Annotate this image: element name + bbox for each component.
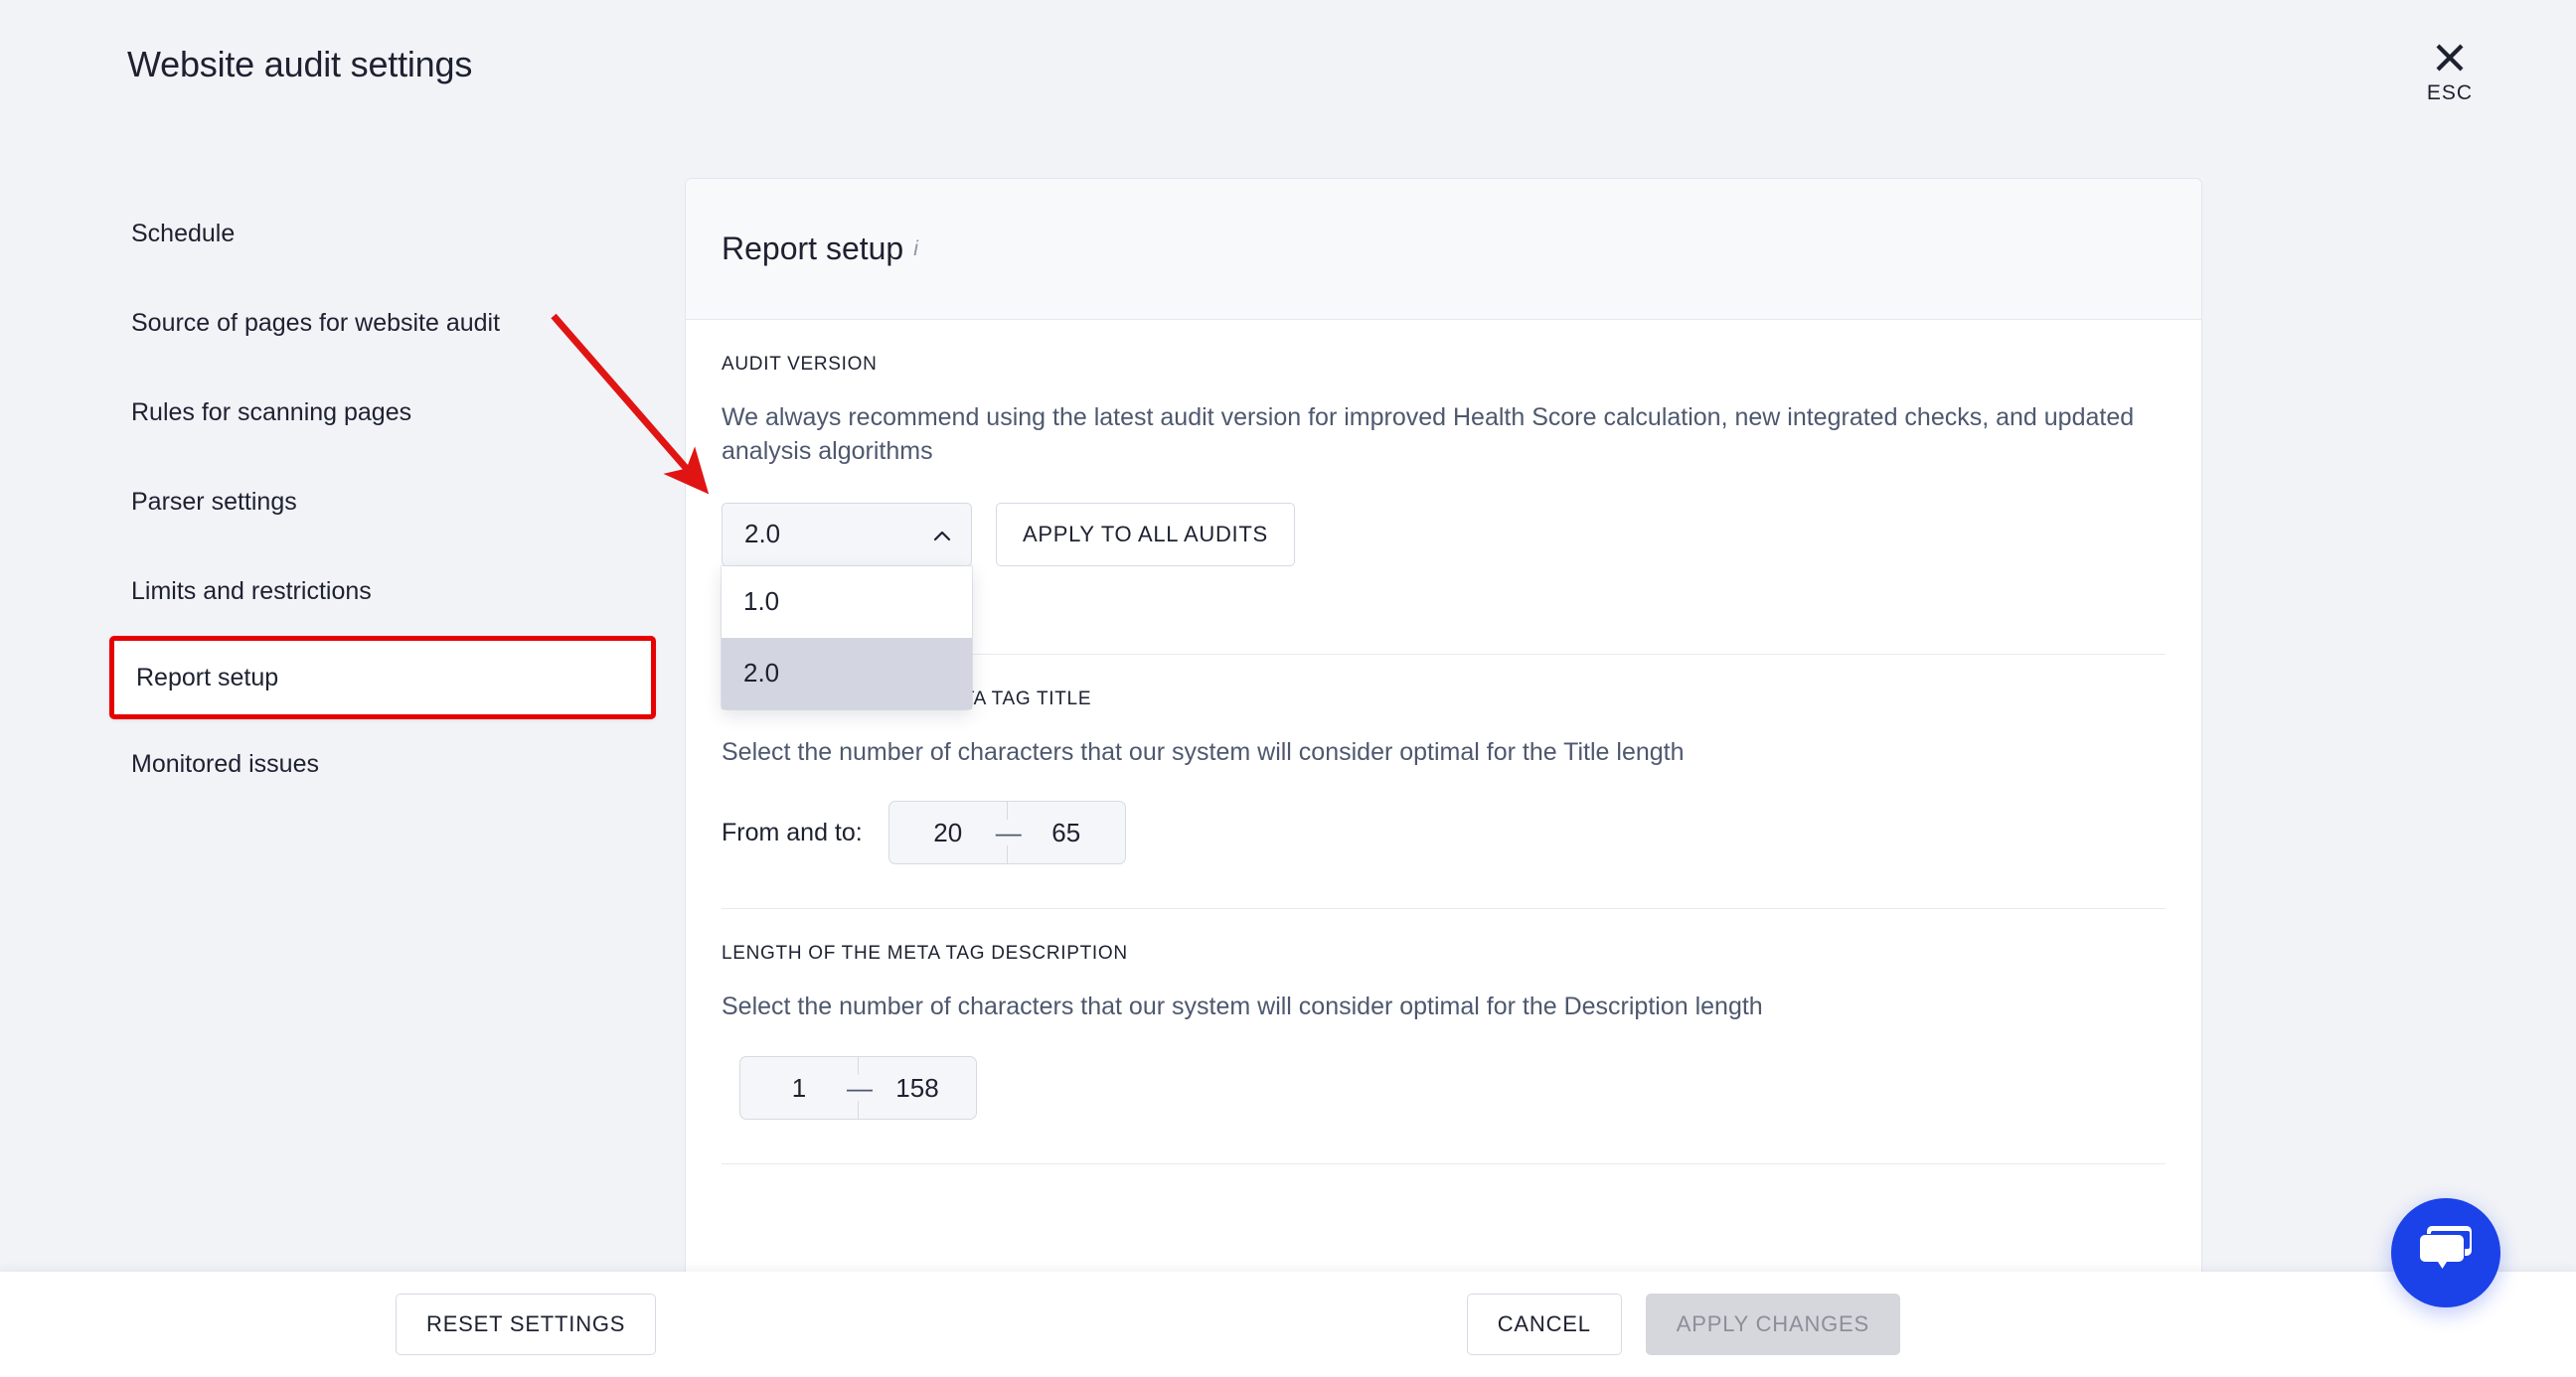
sidebar-item-source-of-pages[interactable]: Source of pages for website audit bbox=[0, 278, 686, 368]
range-separator: — bbox=[995, 802, 1022, 864]
reset-settings-button[interactable]: RESET SETTINGS bbox=[396, 1294, 657, 1355]
sidebar-item-label: Rules for scanning pages bbox=[131, 397, 412, 426]
close-icon[interactable] bbox=[2407, 36, 2493, 77]
description-length-range[interactable]: — bbox=[739, 1056, 977, 1120]
panel-body: AUDIT VERSION We always recommend using … bbox=[686, 320, 2201, 1164]
chat-widget-button[interactable] bbox=[2391, 1198, 2500, 1307]
modal-footer: RESET SETTINGS CANCEL APPLY CHANGES bbox=[0, 1272, 2576, 1377]
esc-label: ESC bbox=[2426, 81, 2474, 104]
audit-version-select[interactable]: 2.0 bbox=[722, 502, 972, 566]
audit-version-value: 2.0 bbox=[744, 519, 781, 548]
report-setup-panel: Report setup i AUDIT VERSION We always r… bbox=[686, 179, 2201, 1272]
audit-version-description: We always recommend using the latest aud… bbox=[722, 403, 2135, 465]
sidebar-item-parser-settings[interactable]: Parser settings bbox=[0, 457, 686, 546]
page-title: Website audit settings bbox=[127, 44, 473, 84]
range-dash: — bbox=[995, 818, 1022, 848]
divider-3 bbox=[722, 1163, 2166, 1164]
range-dash: — bbox=[847, 1073, 873, 1103]
title-length-description: Select the number of characters that our… bbox=[722, 737, 1685, 766]
option-label: 2.0 bbox=[743, 658, 780, 688]
panel-title: Report setup bbox=[722, 230, 904, 266]
info-icon[interactable]: i bbox=[913, 237, 918, 261]
audit-version-label: AUDIT VERSION bbox=[722, 354, 878, 375]
sidebar-item-report-setup[interactable]: Report setup bbox=[109, 636, 656, 719]
apply-changes-button[interactable]: APPLY CHANGES bbox=[1645, 1294, 1900, 1355]
audit-version-options: 1.0 2.0 bbox=[722, 565, 972, 709]
title-length-to-input[interactable] bbox=[1007, 802, 1125, 864]
description-length-label: LENGTH OF THE META TAG DESCRIPTION bbox=[722, 943, 1128, 965]
sidebar-item-rules-for-scanning[interactable]: Rules for scanning pages bbox=[0, 368, 686, 457]
sidebar-item-monitored-issues[interactable]: Monitored issues bbox=[0, 719, 686, 809]
settings-sidebar: Schedule Source of pages for website aud… bbox=[0, 189, 686, 809]
audit-version-select-wrap: 2.0 1.0 2.0 bbox=[722, 502, 972, 709]
title-length-from-input[interactable] bbox=[888, 802, 1007, 864]
sidebar-item-label: Monitored issues bbox=[131, 749, 319, 778]
sidebar-item-label: Limits and restrictions bbox=[131, 576, 372, 605]
audit-version-option-1[interactable]: 1.0 bbox=[722, 566, 972, 638]
sidebar-item-limits-and-restrictions[interactable]: Limits and restrictions bbox=[0, 546, 686, 636]
sidebar-item-label: Report setup bbox=[136, 663, 279, 691]
title-range-label: From and to: bbox=[722, 818, 863, 846]
modal-root: Website audit settings ESC Schedule Sour… bbox=[0, 0, 2576, 1377]
chevron-up-icon[interactable] bbox=[931, 524, 953, 545]
description-length-description: Select the number of characters that our… bbox=[722, 993, 1763, 1021]
sidebar-item-label: Source of pages for website audit bbox=[131, 308, 501, 337]
close-button[interactable]: ESC bbox=[2407, 36, 2493, 105]
audit-version-section: AUDIT VERSION We always recommend using … bbox=[722, 320, 2166, 709]
cancel-button[interactable]: CANCEL bbox=[1466, 1294, 1622, 1355]
option-label: 1.0 bbox=[743, 586, 780, 616]
panel-header: Report setup i bbox=[686, 179, 2201, 320]
sidebar-item-schedule[interactable]: Schedule bbox=[0, 189, 686, 278]
range-separator: — bbox=[847, 1057, 873, 1119]
description-length-from-input[interactable] bbox=[740, 1057, 858, 1119]
apply-to-all-audits-button[interactable]: APPLY TO ALL AUDITS bbox=[996, 502, 1295, 566]
audit-version-option-2[interactable]: 2.0 bbox=[722, 637, 972, 709]
chat-bubbles-icon bbox=[2417, 1224, 2475, 1283]
description-length-to-input[interactable] bbox=[859, 1057, 976, 1119]
description-length-section: LENGTH OF THE META TAG DESCRIPTION Selec… bbox=[722, 909, 2166, 1120]
title-length-range[interactable]: — bbox=[887, 801, 1126, 865]
sidebar-item-label: Parser settings bbox=[131, 487, 297, 516]
sidebar-item-label: Schedule bbox=[131, 219, 236, 247]
